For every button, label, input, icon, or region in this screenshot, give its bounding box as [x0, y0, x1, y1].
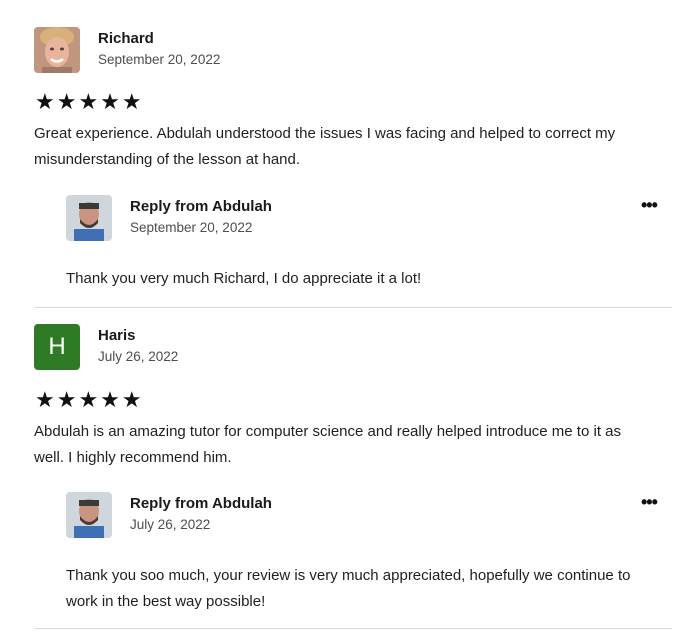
- reviewer-name: Haris: [98, 327, 136, 344]
- reply-title: Reply from Abdulah: [130, 495, 272, 512]
- reply-text: Thank you very much Richard, I do apprec…: [66, 266, 421, 292]
- review-text: Abdulah is an amazing tutor for computer…: [34, 419, 621, 471]
- tutor-photo: [66, 492, 112, 538]
- review-text-line: misunderstanding of the lesson at hand.: [34, 151, 301, 168]
- reply-date: September 20, 2022: [130, 220, 253, 235]
- reviewer-photo: [34, 27, 80, 73]
- reply-text-line: Thank you soo much, your review is very …: [66, 567, 631, 584]
- review-text-line: Great experience. Abdulah understood the…: [34, 125, 616, 142]
- tutor-photo: [66, 195, 112, 241]
- reply-text: Thank you soo much, your review is very …: [66, 563, 630, 615]
- reply-title: Reply from Abdulah: [130, 198, 272, 215]
- reply-date: July 26, 2022: [130, 517, 211, 532]
- review-text: Great experience. Abdulah understood the…: [34, 121, 615, 173]
- review-text-line: well. I highly recommend him.: [34, 449, 232, 466]
- reviewer-avatar[interactable]: H: [34, 324, 80, 370]
- reviewer-name: Richard: [98, 30, 154, 47]
- reply-avatar[interactable]: [66, 492, 112, 538]
- star-rating: ★★★★★: [35, 89, 144, 114]
- reply-text-line: work in the best way possible!: [66, 593, 266, 610]
- reply-avatar[interactable]: [66, 195, 112, 241]
- divider: [34, 628, 672, 629]
- more-options-icon[interactable]: •••: [641, 195, 658, 216]
- review-date: July 26, 2022: [98, 349, 179, 364]
- reply-text-line: Thank you very much Richard, I do apprec…: [66, 270, 422, 287]
- more-options-icon[interactable]: •••: [641, 492, 658, 513]
- star-rating: ★★★★★: [35, 387, 144, 412]
- review-text-line: Abdulah is an amazing tutor for computer…: [34, 423, 621, 440]
- reviewer-avatar[interactable]: [34, 27, 80, 73]
- divider: [34, 307, 672, 308]
- review-date: September 20, 2022: [98, 52, 221, 67]
